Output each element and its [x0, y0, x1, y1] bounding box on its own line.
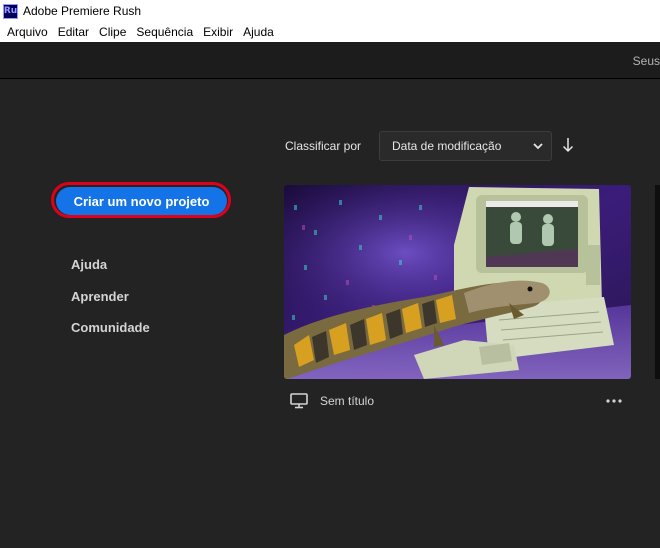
menu-bar: Arquivo Editar Clipe Sequência Exibir Aj… [0, 22, 660, 42]
menu-arquivo[interactable]: Arquivo [0, 25, 53, 39]
menu-clipe[interactable]: Clipe [94, 25, 131, 39]
next-project-card-edge[interactable] [655, 185, 660, 379]
title-bar: Ru Adobe Premiere Rush [0, 0, 660, 22]
menu-exibir[interactable]: Exibir [198, 25, 238, 39]
more-options-icon[interactable] [605, 392, 623, 410]
sort-selected-value: Data de modificação [392, 139, 502, 153]
menu-editar[interactable]: Editar [53, 25, 94, 39]
menu-ajuda[interactable]: Ajuda [238, 25, 279, 39]
sidebar-link-ajuda[interactable]: Ajuda [71, 257, 107, 272]
sort-dropdown[interactable]: Data de modificação [379, 131, 552, 161]
project-title[interactable]: Sem título [320, 394, 374, 408]
menu-sequencia[interactable]: Sequência [131, 25, 198, 39]
window-title: Adobe Premiere Rush [23, 4, 142, 18]
sidebar-link-comunidade[interactable]: Comunidade [71, 320, 150, 335]
project-thumbnail-image [284, 185, 631, 379]
home-screen: Criar um novo projeto Ajuda Aprender Com… [0, 79, 660, 548]
sort-direction-arrow-down-icon[interactable] [561, 137, 575, 153]
chevron-down-icon [533, 143, 543, 150]
premiere-rush-app-icon: Ru [3, 3, 18, 19]
project-card-meta: Sem título [284, 391, 631, 413]
app-header: Seus [0, 42, 660, 79]
highlight-ring [51, 182, 231, 218]
sidebar-link-aprender[interactable]: Aprender [71, 289, 129, 304]
monitor-icon [290, 393, 308, 409]
sort-label: Classificar por [285, 139, 362, 153]
project-thumbnail[interactable] [284, 185, 631, 379]
your-projects-tab[interactable]: Seus [633, 54, 660, 68]
